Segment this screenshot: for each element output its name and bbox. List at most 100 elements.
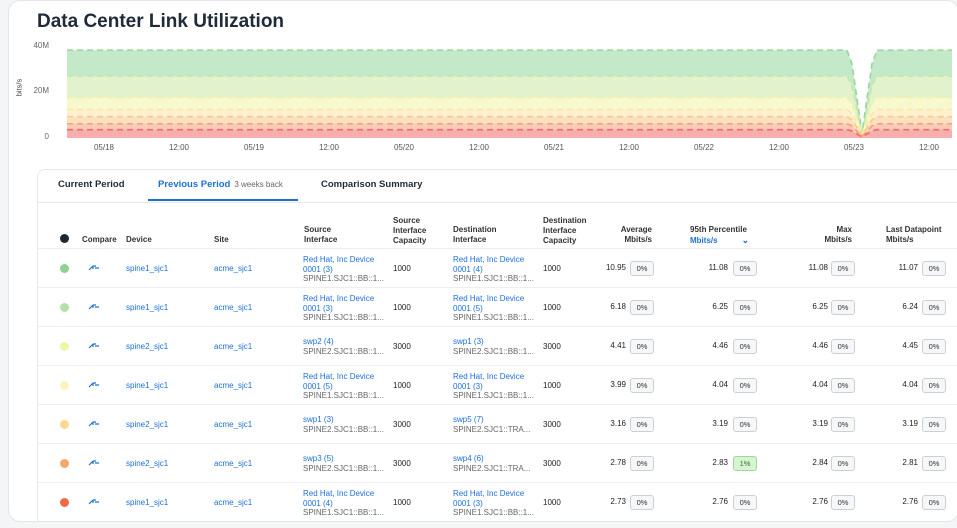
table-row[interactable]: spine1_sjc1 acme_sjc1 Red Hat, Inc Devic… (38, 365, 957, 405)
compare-icon[interactable] (88, 379, 100, 391)
series-color-dot (60, 303, 69, 312)
last-datapoint-value: 2.76 (902, 497, 918, 506)
last-datapoint-percent: 0% (922, 261, 946, 276)
destination-interface-link[interactable]: swp1 (3) SPINE2.SJC1::BB::1... (453, 337, 534, 356)
tab-sublabel: 3 weeks back (234, 180, 283, 189)
header-last-datapoint[interactable]: Last Datapoint Mbits/s (886, 225, 942, 245)
interface-line: 0001 (4) (303, 498, 333, 508)
source-interface-link[interactable]: Red Hat, Inc Device 0001 (3) SPINE1.SJC1… (303, 255, 384, 284)
header-compare[interactable]: Compare (82, 235, 117, 245)
site-link[interactable]: acme_sjc1 (214, 342, 252, 352)
max-percent: 0% (831, 339, 855, 354)
site-link[interactable]: acme_sjc1 (214, 498, 252, 508)
device-link[interactable]: spine1_sjc1 (126, 264, 168, 274)
site-link[interactable]: acme_sjc1 (214, 381, 252, 391)
destination-capacity: 1000 (543, 381, 561, 390)
last-datapoint-value: 2.81 (902, 458, 918, 467)
header-site[interactable]: Site (214, 235, 229, 245)
x-tick-label: 12:00 (918, 143, 940, 152)
utilization-chart (67, 49, 952, 138)
compare-icon[interactable] (88, 340, 100, 352)
x-tick-label: 05/19 (243, 143, 265, 152)
series-color-dot (60, 342, 69, 351)
destination-interface-link[interactable]: Red Hat, Inc Device 0001 (3) SPINE1.SJC1… (453, 489, 534, 518)
max-value: 2.76 (812, 497, 828, 506)
max-value: 3.19 (812, 419, 828, 428)
destination-capacity: 1000 (543, 303, 561, 312)
source-interface-link[interactable]: Red Hat, Inc Device 0001 (5) SPINE1.SJC1… (303, 372, 384, 401)
table-row[interactable]: spine1_sjc1 acme_sjc1 Red Hat, Inc Devic… (38, 287, 957, 327)
header-source-interface[interactable]: Source Interface (304, 225, 337, 245)
table-row[interactable]: spine2_sjc1 acme_sjc1 swp1 (3) SPINE2.SJ… (38, 404, 957, 444)
last-datapoint-percent: 0% (922, 495, 946, 510)
destination-interface-link[interactable]: Red Hat, Inc Device 0001 (4) SPINE1.SJC1… (453, 255, 534, 284)
site-link[interactable]: acme_sjc1 (214, 420, 252, 430)
header-average[interactable]: Average Mbits/s (598, 225, 652, 245)
header-device[interactable]: Device (126, 235, 152, 245)
header-line: Source (393, 216, 421, 225)
last-datapoint-value: 11.07 (898, 263, 918, 272)
last-datapoint-percent: 0% (922, 378, 946, 393)
y-tick-label: 40M (33, 41, 49, 50)
compare-icon[interactable] (88, 262, 100, 274)
x-tick-label: 05/18 (93, 143, 115, 152)
device-link[interactable]: spine2_sjc1 (126, 459, 168, 469)
average-percent: 0% (630, 339, 654, 354)
interface-line: SPINE2.SJC1::BB::1... (453, 346, 534, 356)
interface-line: swp5 (7) (453, 415, 484, 424)
source-interface-link[interactable]: Red Hat, Inc Device 0001 (4) SPINE1.SJC1… (303, 489, 384, 518)
interface-line: Red Hat, Inc Device (453, 294, 525, 303)
dashboard-card: Data Center Link Utilization 40M 20M 0 b… (8, 0, 957, 522)
p95-value: 6.25 (712, 302, 728, 311)
interface-line: SPINE2.SJC1::BB::1... (303, 424, 384, 434)
header-line: Mbits/s (824, 235, 852, 244)
device-link[interactable]: spine1_sjc1 (126, 381, 168, 391)
p95-value: 4.46 (712, 341, 728, 350)
source-capacity: 1000 (393, 381, 411, 390)
source-interface-link[interactable]: Red Hat, Inc Device 0001 (3) SPINE1.SJC1… (303, 294, 384, 323)
x-tick-label: 05/23 (843, 143, 865, 152)
source-interface-link[interactable]: swp2 (4) SPINE2.SJC1::BB::1... (303, 337, 384, 356)
destination-interface-link[interactable]: swp5 (7) SPINE2.SJC1::TRA... (453, 415, 530, 434)
compare-icon[interactable] (88, 457, 100, 469)
header-destination-interface[interactable]: Destination Interface (453, 225, 497, 245)
header-line: 95th Percentile (690, 225, 747, 234)
destination-interface-link[interactable]: swp4 (6) SPINE2.SJC1::TRA... (453, 454, 530, 473)
series-color-dot (60, 381, 69, 390)
source-interface-link[interactable]: swp1 (3) SPINE2.SJC1::BB::1... (303, 415, 384, 434)
destination-interface-link[interactable]: Red Hat, Inc Device 0001 (3) SPINE1.SJC1… (453, 372, 534, 401)
sort-chevron-down-icon[interactable]: ⌄ (742, 235, 750, 245)
source-interface-link[interactable]: swp3 (5) SPINE2.SJC1::BB::1... (303, 454, 384, 473)
compare-icon[interactable] (88, 301, 100, 313)
table-row[interactable]: spine1_sjc1 acme_sjc1 Red Hat, Inc Devic… (38, 248, 957, 288)
device-link[interactable]: spine2_sjc1 (126, 342, 168, 352)
interface-line: SPINE1.SJC1::BB::1... (453, 391, 534, 400)
compare-icon[interactable] (88, 418, 100, 430)
x-tick-label: 12:00 (768, 143, 790, 152)
device-link[interactable]: spine2_sjc1 (126, 420, 168, 430)
interface-line: SPINE2.SJC1::TRA... (453, 463, 531, 473)
header-max[interactable]: Max Mbits/s (798, 225, 852, 245)
tab-previous-period[interactable]: Previous Period 3 weeks back (158, 179, 283, 190)
header-line: Capacity (543, 236, 577, 245)
header-line: Interface (453, 235, 487, 244)
table-row[interactable]: spine1_sjc1 acme_sjc1 Red Hat, Inc Devic… (38, 482, 957, 521)
table-row[interactable]: spine2_sjc1 acme_sjc1 swp2 (4) SPINE2.SJ… (38, 326, 957, 366)
site-link[interactable]: acme_sjc1 (214, 459, 252, 469)
site-link[interactable]: acme_sjc1 (214, 303, 252, 313)
site-link[interactable]: acme_sjc1 (214, 264, 252, 274)
p95-value: 2.83 (712, 458, 728, 467)
tab-label: Current Period (58, 179, 125, 190)
tab-bar: Current Period Previous Period 3 weeks ba… (38, 170, 957, 203)
tab-current-period[interactable]: Current Period (58, 179, 125, 190)
average-value: 2.78 (610, 458, 626, 467)
device-link[interactable]: spine1_sjc1 (126, 303, 168, 313)
table-row[interactable]: spine2_sjc1 acme_sjc1 swp3 (5) SPINE2.SJ… (38, 443, 957, 483)
device-link[interactable]: spine1_sjc1 (126, 498, 168, 508)
compare-icon[interactable] (88, 496, 100, 508)
header-source-capacity[interactable]: Source Interface Capacity (393, 216, 426, 246)
header-destination-capacity[interactable]: Destination Interface Capacity (543, 216, 587, 246)
tab-comparison-summary[interactable]: Comparison Summary (321, 179, 422, 190)
header-95th-percentile[interactable]: 95th Percentile Mbits/s ⌄ (690, 225, 749, 246)
destination-interface-link[interactable]: Red Hat, Inc Device 0001 (5) SPINE1.SJC1… (453, 294, 534, 323)
